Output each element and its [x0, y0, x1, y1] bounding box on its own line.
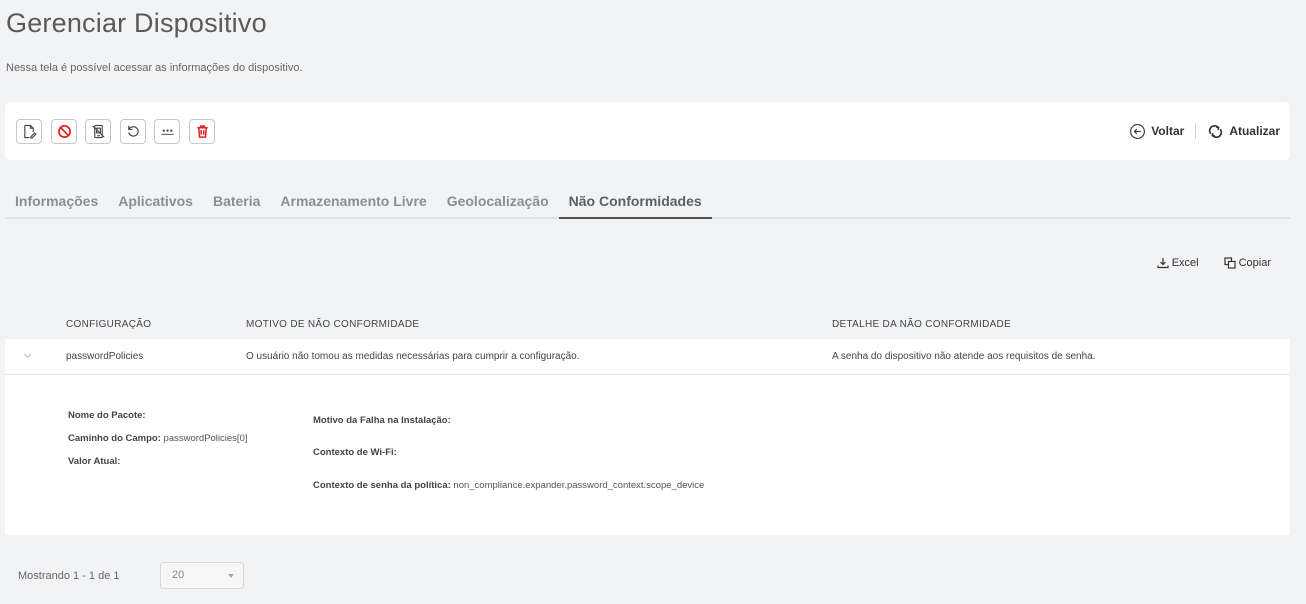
cell-detalhe: A senha do dispositivo não atende aos re… [832, 351, 1096, 362]
toolbar-divider [1195, 123, 1197, 139]
page-size-select[interactable]: 20 [160, 562, 244, 589]
copy-button[interactable]: Copiar [1223, 257, 1271, 269]
tab-aplicativos[interactable]: Aplicativos [108, 186, 203, 219]
table-row[interactable]: passwordPolicies O usuário não tomou as … [5, 339, 1290, 375]
grid-header: CONFIGURAÇÃO MOTIVO DE NÃO CONFORMIDADE … [5, 312, 1290, 338]
block-button[interactable] [51, 119, 77, 144]
toolbar: Voltar Atualizar [5, 102, 1290, 160]
copy-label: Copiar [1238, 257, 1271, 269]
back-button[interactable]: Voltar [1129, 123, 1184, 140]
detail-caminho: Caminho do Campo: passwordPolicies[0] [68, 433, 248, 444]
chevron-down-icon[interactable] [23, 353, 32, 359]
delete-button[interactable] [189, 119, 215, 144]
tab-nao-conformidades[interactable]: Não Conformidades [558, 186, 712, 219]
refresh-icon [1209, 124, 1223, 138]
column-header-detalhe[interactable]: DETALHE DA NÃO CONFORMIDADE [832, 319, 1011, 330]
delete-icon [196, 125, 208, 138]
block-icon [57, 125, 71, 138]
cell-configuracao: passwordPolicies [66, 351, 144, 362]
detail-pacote: Nome do Pacote: [68, 410, 146, 421]
disable-device-icon [91, 124, 105, 139]
export-bar: Excel Copiar [1157, 257, 1271, 269]
tab-bateria[interactable]: Bateria [203, 186, 270, 219]
page-title: Gerenciar Dispositivo [6, 8, 267, 38]
detail-falha: Motivo da Falha na Instalação: [313, 415, 451, 426]
row-detail-panel: Nome do Pacote: Caminho do Campo: passwo… [5, 375, 1290, 535]
detail-senha-value: non_compliance.expander.password_context… [453, 480, 705, 491]
refresh-button[interactable]: Atualizar [1207, 123, 1280, 140]
column-header-configuracao[interactable]: CONFIGURAÇÃO [66, 319, 151, 330]
detail-senha-label: Contexto de senha da política: [313, 480, 451, 491]
chevron-down-icon [228, 574, 234, 578]
detail-wifi: Contexto de Wi-Fi: [313, 447, 397, 458]
disable-device-button[interactable] [85, 119, 111, 144]
reset-button[interactable] [120, 119, 146, 144]
download-icon [1157, 258, 1169, 269]
detail-caminho-label: Caminho do Campo: [68, 433, 161, 444]
back-arrow-icon [1130, 123, 1146, 139]
detail-wifi-label: Contexto de Wi-Fi: [313, 447, 397, 458]
tab-geolocalizacao[interactable]: Geolocalização [437, 186, 559, 219]
detail-caminho-value: passwordPolicies[0] [163, 433, 248, 444]
refresh-label: Atualizar [1229, 124, 1280, 138]
page-size-value: 20 [172, 569, 185, 581]
column-header-motivo[interactable]: MOTIVO DE NÃO CONFORMIDADE [246, 319, 419, 330]
back-label: Voltar [1151, 124, 1185, 138]
password-button[interactable] [154, 119, 180, 144]
detail-pacote-label: Nome do Pacote: [68, 410, 146, 421]
edit-device-button[interactable] [16, 119, 42, 144]
password-icon [160, 129, 174, 135]
tab-bar: Informações Aplicativos Bateria Armazena… [5, 186, 1290, 219]
detail-valor: Valor Atual: [68, 456, 120, 467]
detail-senha: Contexto de senha da política: non_compl… [313, 480, 704, 491]
excel-label: Excel [1171, 257, 1199, 269]
detail-falha-label: Motivo da Falha na Instalação: [313, 415, 451, 426]
page-subtitle: Nessa tela é possível acessar as informa… [6, 62, 303, 74]
export-excel-button[interactable]: Excel [1157, 257, 1199, 269]
tab-informacoes[interactable]: Informações [5, 186, 108, 219]
pagination-info: Mostrando 1 - 1 de 1 [18, 570, 120, 582]
detail-valor-label: Valor Atual: [68, 456, 121, 467]
cell-motivo: O usuário não tomou as medidas necessári… [246, 351, 580, 362]
tab-armazenamento-livre[interactable]: Armazenamento Livre [270, 186, 436, 219]
edit-device-icon [23, 124, 37, 139]
reset-icon [127, 125, 139, 137]
copy-icon [1223, 257, 1236, 269]
